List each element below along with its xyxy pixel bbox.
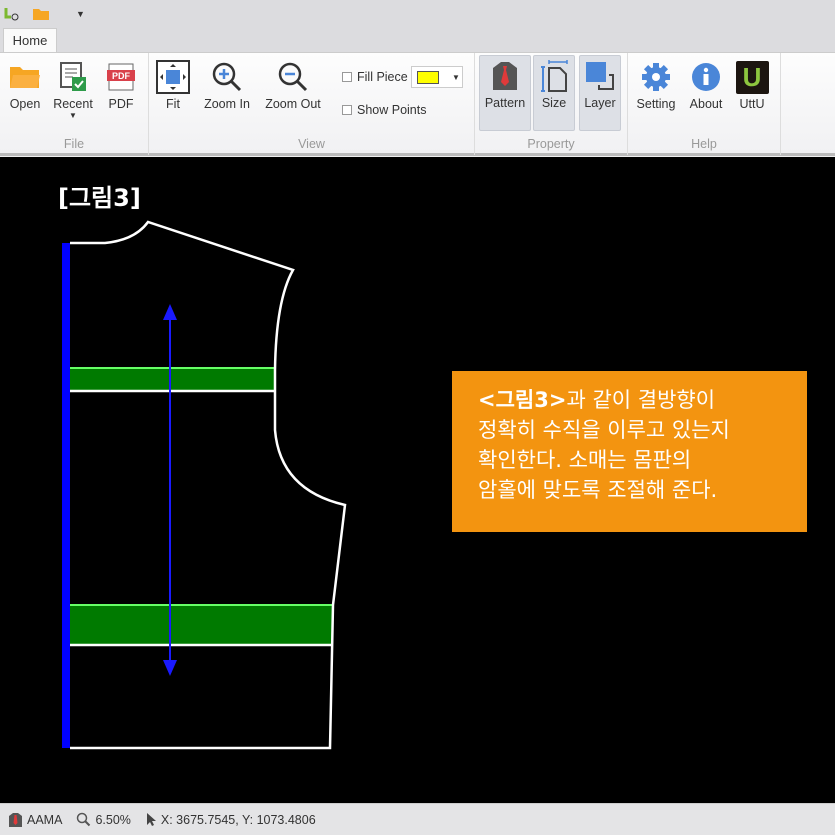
setting-button[interactable]: Setting bbox=[634, 57, 678, 111]
pdf-button[interactable]: PDF PDF bbox=[102, 57, 140, 111]
lower-band bbox=[70, 604, 333, 645]
fill-color-swatch bbox=[417, 70, 439, 84]
gear-icon bbox=[642, 63, 670, 91]
shirt-tie-icon bbox=[493, 62, 517, 90]
group-view: Fit Zoom In Zoom Out Fill Piece ▼ Show P… bbox=[149, 53, 475, 155]
uttu-button[interactable]: U UttU bbox=[732, 57, 772, 111]
fill-piece-label: Fill Piece bbox=[357, 70, 408, 84]
show-points-checkbox[interactable]: Show Points bbox=[342, 103, 426, 117]
pattern-canvas[interactable]: [그림3] <그림3>과 같이 결방향이 정확히 수직을 이루고 있는지 확인한… bbox=[0, 157, 835, 803]
uttu-label: UttU bbox=[739, 97, 765, 111]
cursor-coordinates: X: 3675.7545, Y: 1073.4806 bbox=[160, 812, 316, 827]
bodice-outline bbox=[70, 220, 347, 750]
note-line: 확인한다. 소매는 몸판의 bbox=[478, 448, 692, 472]
recent-label: Recent bbox=[53, 97, 93, 111]
color-dropdown-icon: ▼ bbox=[452, 72, 460, 82]
size-label: Size bbox=[541, 96, 567, 110]
layer-icon bbox=[586, 62, 614, 90]
note-line: 정확히 수직을 이루고 있는지 bbox=[478, 418, 730, 442]
open-folder-icon[interactable] bbox=[32, 7, 50, 21]
size-icon bbox=[541, 60, 568, 92]
recent-document-icon bbox=[60, 62, 86, 91]
group-file: Open Recent ▼ PDF PDF File bbox=[0, 53, 149, 155]
zoom-out-button[interactable]: Zoom Out bbox=[261, 57, 325, 111]
ribbon: Open Recent ▼ PDF PDF File Fit Zoom In Z… bbox=[0, 52, 835, 156]
pattern-button[interactable]: Pattern bbox=[479, 55, 531, 131]
svg-text:PDF: PDF bbox=[112, 71, 131, 81]
size-button[interactable]: Size bbox=[533, 55, 575, 131]
open-label: Open bbox=[9, 97, 41, 111]
format-label: AAMA bbox=[27, 812, 63, 827]
tab-home[interactable]: Home bbox=[3, 28, 57, 54]
group-property: Pattern Size Layer Property bbox=[475, 53, 628, 155]
show-points-label: Show Points bbox=[357, 103, 427, 117]
folder-icon bbox=[10, 67, 40, 88]
fit-label: Fit bbox=[166, 97, 180, 111]
zoom-icon bbox=[77, 812, 91, 827]
zoom-in-button[interactable]: Zoom In bbox=[199, 57, 255, 111]
customize-dropdown-icon[interactable]: ▼ bbox=[76, 9, 85, 19]
zoom-out-icon bbox=[278, 62, 308, 92]
file-group-label: File bbox=[63, 137, 85, 151]
fill-color-picker[interactable]: ▼ bbox=[411, 66, 463, 88]
help-group-label: Help bbox=[691, 137, 717, 151]
pdf-label: PDF bbox=[108, 97, 134, 111]
shirt-tie-icon bbox=[9, 812, 22, 827]
about-button[interactable]: About bbox=[684, 57, 728, 111]
uttu-logo-icon: U bbox=[735, 60, 769, 94]
note-figure-ref: <그림3> bbox=[478, 388, 567, 412]
view-group-label: View bbox=[298, 137, 325, 151]
fill-piece-checkbox[interactable]: Fill Piece bbox=[342, 70, 408, 84]
zoom-level: 6.50% bbox=[95, 812, 131, 827]
note-line: 암홀에 맞도록 조절해 준다. bbox=[478, 478, 718, 502]
zoom-out-label: Zoom Out bbox=[265, 97, 321, 111]
note-line: 과 같이 결방향이 bbox=[566, 388, 716, 412]
setting-label: Setting bbox=[636, 97, 676, 111]
status-bar: AAMA 6.50% X: 3675.7545, Y: 1073.4806 bbox=[0, 803, 835, 835]
about-label: About bbox=[689, 97, 723, 111]
zoom-in-icon bbox=[212, 62, 242, 92]
group-help: Setting About U UttU Help bbox=[628, 53, 781, 155]
recent-button[interactable]: Recent ▼ bbox=[50, 57, 96, 120]
pdf-icon: PDF bbox=[107, 63, 135, 91]
layer-button[interactable]: Layer bbox=[579, 55, 621, 131]
uttu-app-icon[interactable] bbox=[4, 6, 20, 22]
open-button[interactable]: Open bbox=[4, 57, 46, 111]
pattern-label: Pattern bbox=[484, 96, 526, 110]
center-front-bar bbox=[62, 243, 70, 748]
recent-dropdown-icon: ▼ bbox=[69, 111, 77, 120]
upper-band bbox=[70, 367, 275, 391]
fit-icon bbox=[156, 60, 190, 94]
figure-title: [그림3] bbox=[58, 184, 141, 212]
quick-access-toolbar: ▼ bbox=[0, 0, 835, 27]
property-group-label: Property bbox=[527, 137, 575, 151]
layer-label: Layer bbox=[584, 96, 616, 110]
zoom-in-label: Zoom In bbox=[204, 97, 250, 111]
info-icon bbox=[692, 63, 720, 91]
cursor-icon bbox=[146, 813, 156, 826]
fit-button[interactable]: Fit bbox=[155, 57, 191, 111]
instruction-note: <그림3>과 같이 결방향이 정확히 수직을 이루고 있는지 확인한다. 소매는… bbox=[452, 371, 807, 532]
